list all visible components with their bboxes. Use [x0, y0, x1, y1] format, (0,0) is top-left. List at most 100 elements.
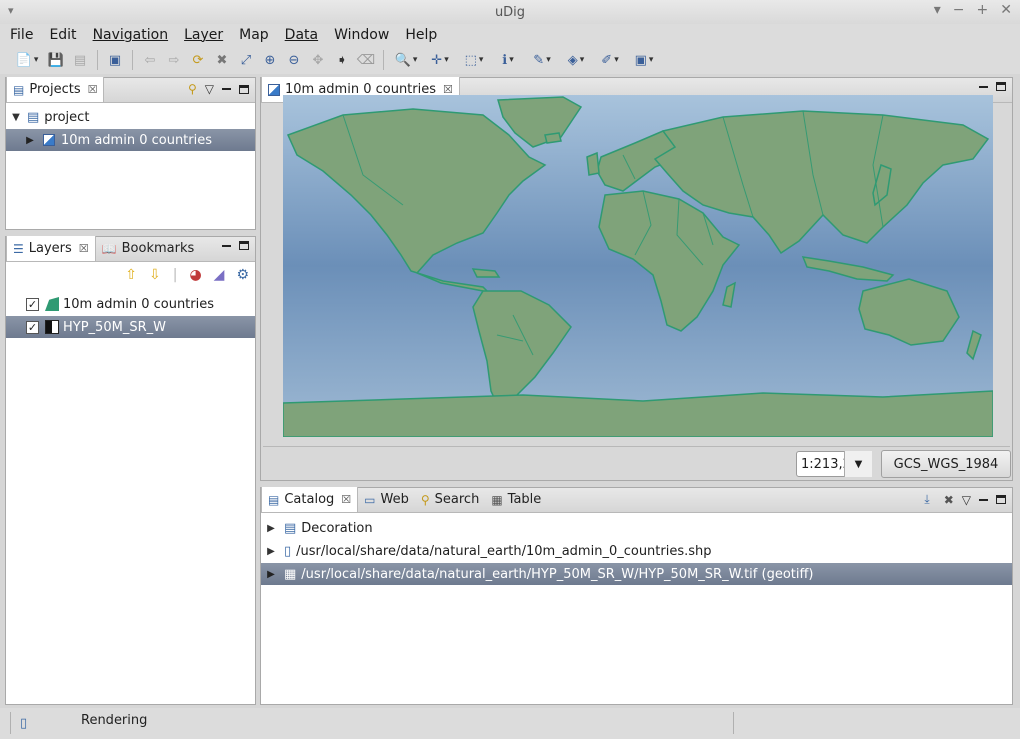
folder-icon: ▤ — [284, 520, 297, 536]
menu-window[interactable]: Window — [328, 27, 395, 43]
layer-row[interactable]: ✓ HYP_50M_SR_W — [6, 316, 255, 338]
menu-data[interactable]: Data — [279, 27, 324, 43]
save-icon[interactable]: 💾 — [44, 49, 68, 71]
maximize-icon[interactable] — [996, 495, 1006, 504]
main-toolbar: 📄 💾 ▤ ▣ ⇦ ⇨ ⟳ ✖ ⤢ ⊕ ⊖ ✥ ➧ ⌫ 🔍 ✛ ⬚ ℹ ✎ ◈ … — [0, 46, 1020, 74]
save-all-icon[interactable]: ▤ — [68, 49, 92, 71]
refresh-icon[interactable]: ⟳ — [186, 49, 210, 71]
tree-item-project[interactable]: ▼ ▤ project — [6, 106, 255, 128]
shade-window-icon[interactable]: − — [953, 2, 965, 18]
view-menu-icon[interactable]: ▽ — [205, 82, 214, 96]
search-icon: ⚲ — [420, 492, 430, 507]
close-tab-icon[interactable]: ☒ — [79, 242, 89, 255]
maximize-icon[interactable] — [239, 241, 249, 250]
import-icon[interactable]: ⤓ — [924, 492, 929, 507]
map-editor-panel: 10m admin 0 countries ☒ 1:213,22 ▼ GCS_W… — [260, 77, 1013, 481]
close-tab-icon[interactable]: ☒ — [88, 83, 98, 96]
web-icon: ▭ — [364, 492, 376, 507]
tab-web[interactable]: ▭ Web — [358, 487, 415, 512]
tab-projects[interactable]: ▤ Projects ☒ — [6, 77, 105, 102]
menu-help[interactable]: Help — [399, 27, 443, 43]
map-canvas[interactable] — [283, 95, 993, 437]
style-tool-icon[interactable]: ▣ — [627, 49, 661, 71]
feature-tool-icon[interactable]: ◈ — [559, 49, 593, 71]
tree-item-map[interactable]: ▶ 10m admin 0 countries — [6, 129, 255, 151]
menu-map[interactable]: Map — [233, 27, 275, 43]
draw-tool-icon[interactable]: ✐ — [593, 49, 627, 71]
menu-navigation[interactable]: Navigation — [87, 27, 175, 43]
catalog-panel: ▤ Catalog ☒ ▭ Web ⚲ Search ▦ Table ⤓ ✖ ▽… — [260, 487, 1013, 705]
add-layer-icon[interactable]: ▣ — [103, 49, 127, 71]
close-tab-icon[interactable]: ☒ — [341, 493, 351, 506]
info-tool-icon[interactable]: ℹ — [491, 49, 525, 71]
minimize-icon[interactable] — [222, 244, 231, 247]
new-icon[interactable]: 📄 — [10, 49, 44, 71]
catalog-item-decoration[interactable]: ▶ ▤ Decoration — [261, 517, 1012, 539]
map-footer: 1:213,22 ▼ GCS_WGS_1984 — [263, 446, 1011, 478]
back-icon[interactable]: ⇦ — [138, 49, 162, 71]
next-icon[interactable]: ➧ — [330, 49, 354, 71]
layer-visible-checkbox[interactable]: ✓ — [26, 320, 39, 334]
eraser-icon[interactable]: ⌫ — [354, 49, 378, 71]
forward-icon[interactable]: ⇨ — [162, 49, 186, 71]
remove-icon[interactable]: ✖ — [944, 493, 954, 507]
view-menu-icon[interactable]: ▽ — [962, 493, 971, 507]
maximize-window-icon[interactable]: + — [977, 2, 989, 18]
raster-layer-icon — [45, 320, 59, 334]
file-icon: ▯ — [284, 543, 292, 559]
raster-file-icon: ▦ — [284, 566, 297, 582]
select-tool-icon[interactable]: ⬚ — [457, 49, 491, 71]
project-icon: ▤ — [27, 109, 40, 125]
layer-visible-checkbox[interactable]: ✓ — [26, 297, 39, 311]
pan-tool-icon[interactable]: ✛ — [423, 49, 457, 71]
crs-button[interactable]: GCS_WGS_1984 — [881, 450, 1011, 478]
edit-tool-icon[interactable]: ✎ — [525, 49, 559, 71]
map-icon — [268, 83, 280, 96]
collapsed-arrow-icon[interactable]: ▶ — [264, 569, 278, 580]
minimize-icon[interactable] — [979, 85, 988, 88]
expanded-arrow-icon[interactable]: ▼ — [9, 112, 23, 123]
zoom-selection-icon[interactable]: ✥ — [306, 49, 330, 71]
close-window-icon[interactable]: ✕ — [1000, 2, 1012, 18]
style-icon[interactable]: ◢ — [214, 267, 225, 283]
minimize-icon[interactable] — [979, 498, 988, 501]
link-icon[interactable]: ⚲ — [188, 82, 197, 96]
minimize-icon[interactable] — [222, 88, 231, 90]
window-title: uDig — [494, 4, 526, 20]
palette-icon[interactable]: ◕ — [189, 267, 201, 283]
tab-catalog[interactable]: ▤ Catalog ☒ — [261, 487, 359, 512]
tab-bookmarks[interactable]: 📖 Bookmarks — [96, 236, 201, 261]
menu-edit[interactable]: Edit — [43, 27, 82, 43]
minimize-window-icon[interactable]: ▾ — [934, 2, 941, 18]
tab-table[interactable]: ▦ Table — [485, 487, 547, 512]
layers-panel: ☰ Layers ☒ 📖 Bookmarks ⇧ ⇩ | ◕ ◢ ⚙ ✓ 10m… — [5, 236, 256, 705]
status-bar: ▯ Rendering — [0, 708, 1020, 739]
tab-layers[interactable]: ☰ Layers ☒ — [6, 236, 96, 261]
layer-properties-icon[interactable]: ⚙ — [236, 267, 249, 283]
move-up-icon[interactable]: ⇧ — [125, 267, 137, 283]
tab-search[interactable]: ⚲ Search — [415, 487, 485, 512]
collapsed-arrow-icon[interactable]: ▶ — [23, 135, 37, 146]
menu-bar: File Edit Navigation Layer Map Data Wind… — [0, 24, 1020, 46]
status-text: Rendering — [81, 713, 148, 728]
catalog-item-geotiff[interactable]: ▶ ▦ /usr/local/share/data/natural_earth/… — [261, 563, 1012, 585]
window-menu-icon[interactable]: ▾ — [8, 4, 14, 17]
move-down-icon[interactable]: ⇩ — [149, 267, 161, 283]
catalog-item-shapefile[interactable]: ▶ ▯ /usr/local/share/data/natural_earth/… — [261, 540, 1012, 562]
chevron-down-icon[interactable]: ▼ — [844, 451, 872, 477]
menu-layer[interactable]: Layer — [178, 27, 229, 43]
zoom-extent-icon[interactable]: ⤢ — [234, 49, 258, 71]
maximize-icon[interactable] — [239, 84, 249, 94]
maximize-icon[interactable] — [996, 82, 1006, 91]
layer-row[interactable]: ✓ 10m admin 0 countries — [6, 293, 255, 315]
stop-icon[interactable]: ✖ — [210, 49, 234, 71]
zoom-out-icon[interactable]: ⊖ — [282, 49, 306, 71]
collapsed-arrow-icon[interactable]: ▶ — [264, 546, 278, 557]
zoom-in-icon[interactable]: ⊕ — [258, 49, 282, 71]
new-view-icon[interactable]: ▯ — [20, 716, 27, 731]
zoom-tool-icon[interactable]: 🔍 — [389, 49, 423, 71]
polygon-layer-icon — [45, 297, 59, 311]
collapsed-arrow-icon[interactable]: ▶ — [264, 523, 278, 534]
table-icon: ▦ — [491, 492, 503, 507]
menu-file[interactable]: File — [4, 27, 39, 43]
